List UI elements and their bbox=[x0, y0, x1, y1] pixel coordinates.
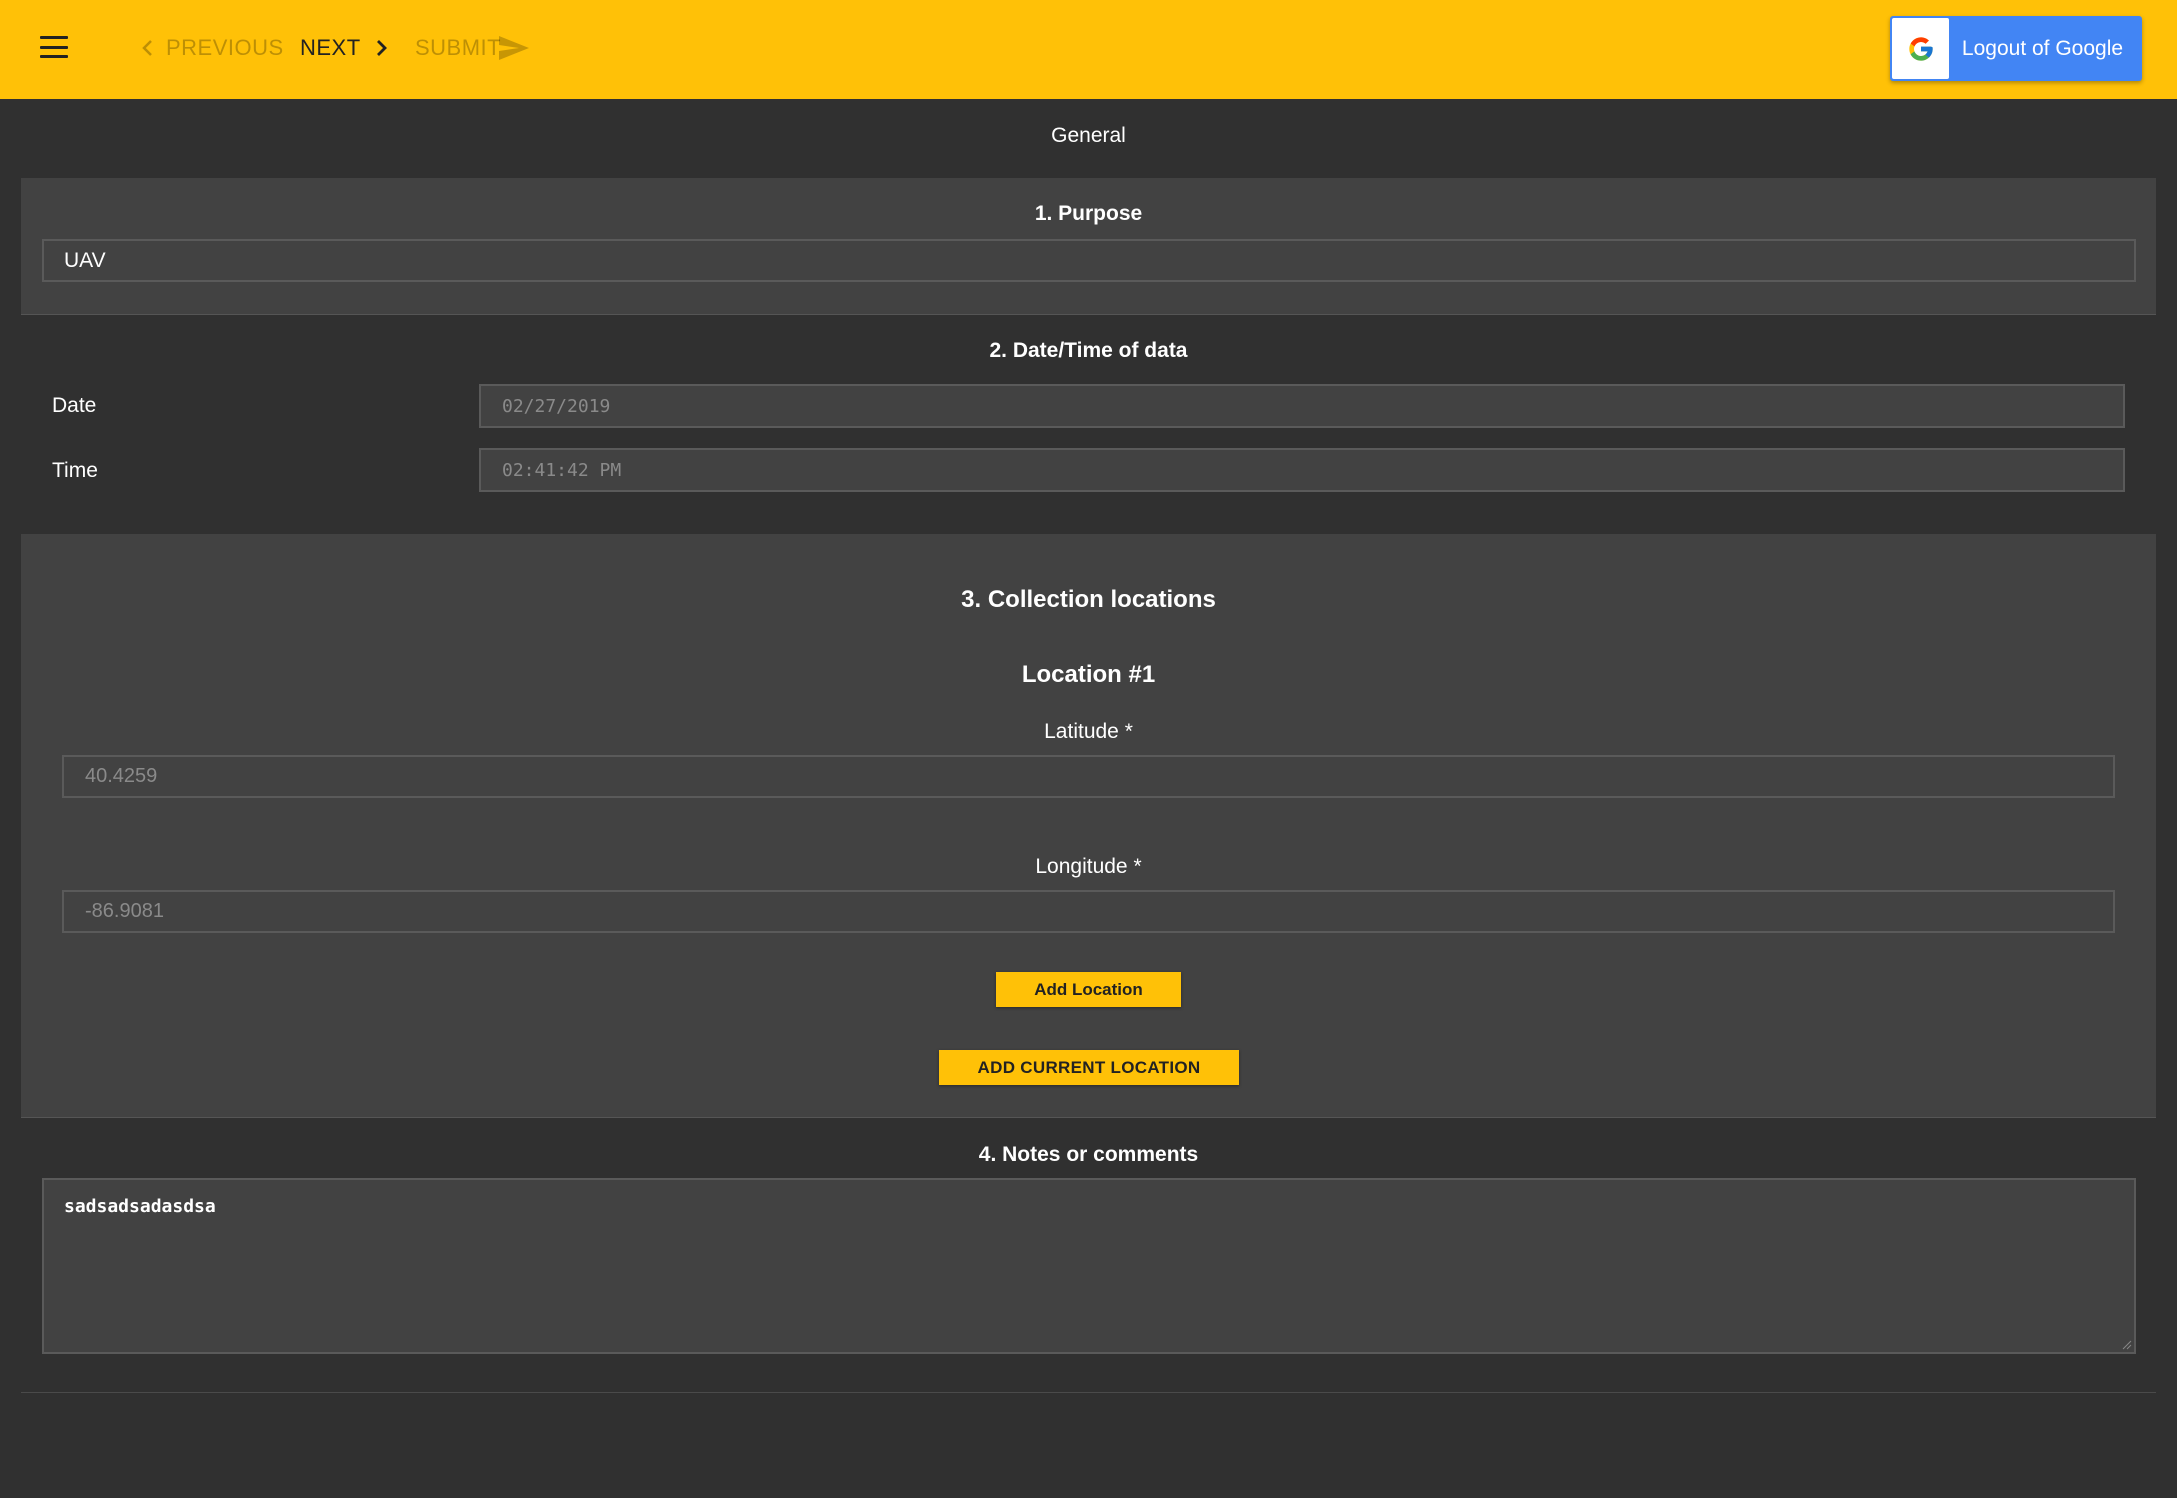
date-field[interactable]: 02/27/2019 bbox=[479, 384, 2125, 428]
location-1-title: Location #1 bbox=[1021, 661, 1156, 688]
send-icon bbox=[499, 36, 530, 60]
chevron-right-icon bbox=[376, 40, 387, 56]
google-logo-icon bbox=[1892, 18, 1949, 79]
purpose-title: 1. Purpose bbox=[1034, 202, 1143, 225]
next-label: NEXT bbox=[300, 35, 361, 60]
locations-section: 3. Collection locations Location #1 Lati… bbox=[21, 534, 2156, 1118]
bottom-divider bbox=[21, 1392, 2156, 1393]
datetime-title: 2. Date/Time of data bbox=[989, 339, 1188, 362]
longitude-label: Longitude * bbox=[1035, 855, 1142, 878]
notes-text: sadsadsadasdsa bbox=[64, 1196, 216, 1217]
logout-google-label: Logout of Google bbox=[1961, 36, 2124, 60]
notes-textarea[interactable]: sadsadsadasdsa bbox=[42, 1178, 2136, 1354]
longitude-field[interactable]: -86.9081 bbox=[62, 890, 2115, 933]
previous-button[interactable]: PREVIOUS bbox=[140, 30, 284, 66]
page-title: General bbox=[1051, 124, 1126, 147]
previous-label: PREVIOUS bbox=[166, 35, 284, 60]
latitude-field[interactable]: 40.4259 bbox=[62, 755, 2115, 798]
date-label: Date bbox=[52, 394, 97, 417]
add-current-location-button[interactable]: ADD CURRENT LOCATION bbox=[939, 1050, 1239, 1085]
chevron-left-icon bbox=[142, 40, 152, 56]
time-label: Time bbox=[52, 459, 98, 482]
add-location-button[interactable]: Add Location bbox=[996, 972, 1181, 1007]
resize-handle-icon[interactable] bbox=[2122, 1340, 2132, 1350]
top-toolbar: PREVIOUS NEXT SUBMIT Logout of Google bbox=[0, 0, 2177, 99]
next-button[interactable]: NEXT bbox=[300, 30, 389, 66]
notes-title: 4. Notes or comments bbox=[978, 1143, 1199, 1166]
submit-button[interactable]: SUBMIT bbox=[415, 30, 531, 66]
purpose-section: 1. Purpose UAV bbox=[21, 178, 2156, 315]
menu-icon[interactable] bbox=[40, 36, 68, 58]
time-field[interactable]: 02:41:42 PM bbox=[479, 448, 2125, 492]
locations-title: 3. Collection locations bbox=[961, 586, 1216, 613]
latitude-label: Latitude * bbox=[1044, 720, 1133, 743]
submit-label: SUBMIT bbox=[415, 35, 502, 60]
purpose-input[interactable]: UAV bbox=[42, 239, 2136, 282]
logout-google-button[interactable]: Logout of Google bbox=[1890, 16, 2142, 81]
